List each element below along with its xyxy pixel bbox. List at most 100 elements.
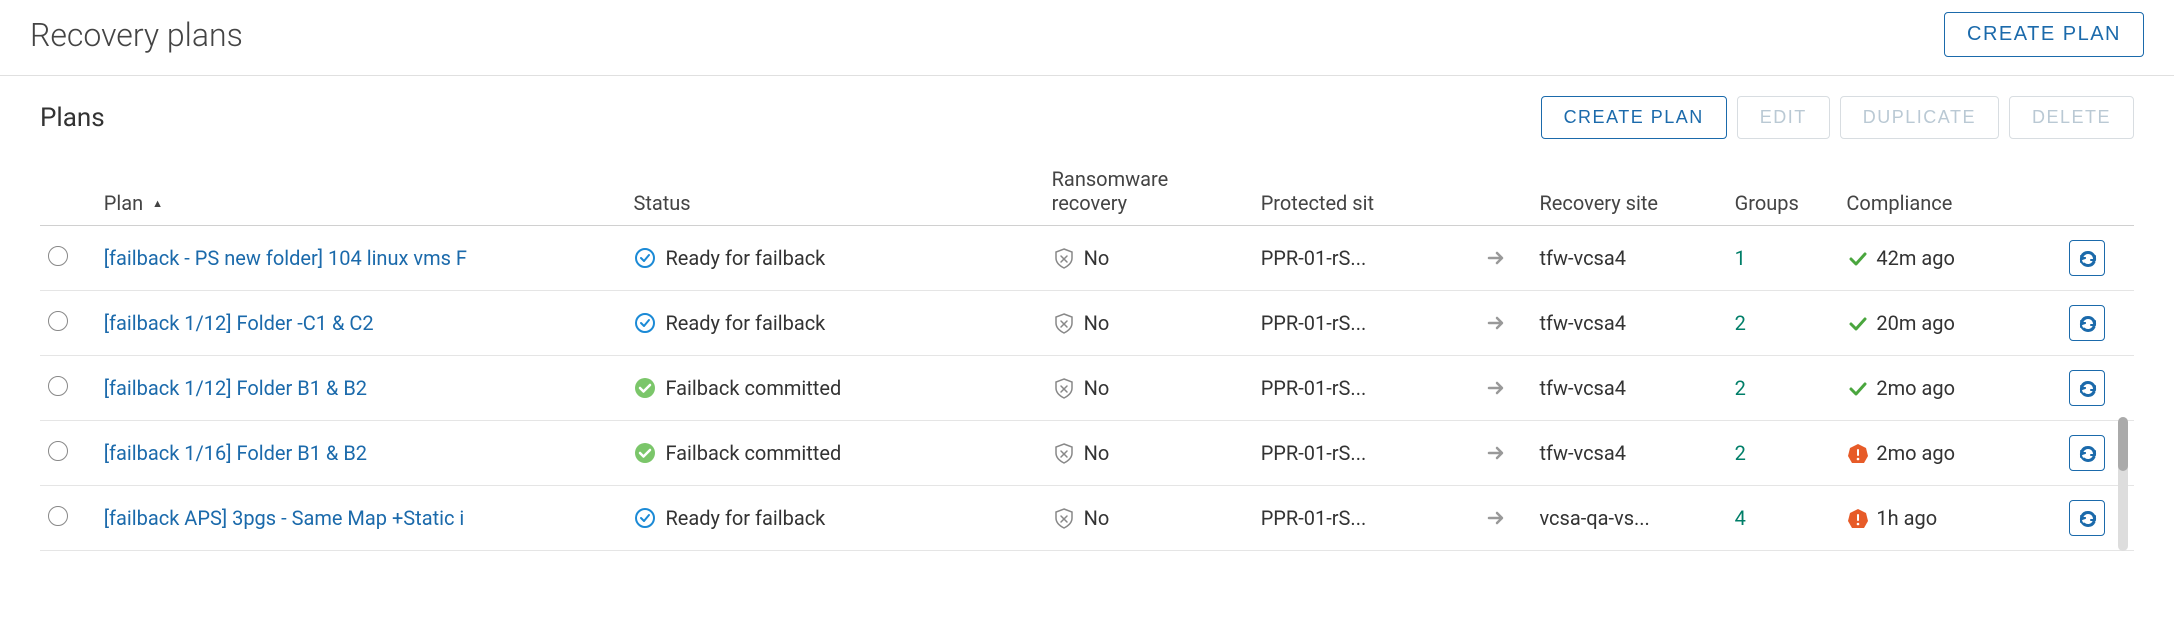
refresh-button[interactable] [2069, 305, 2105, 341]
col-recovery[interactable]: Recovery site [1531, 157, 1726, 226]
check-ok-icon [1846, 247, 1868, 269]
col-compliance[interactable]: Compliance [1838, 157, 2061, 226]
plan-link[interactable]: [failback APS] 3pgs - Same Map +Static i [104, 506, 465, 530]
sort-asc-icon: ▲ [152, 197, 163, 210]
row-radio[interactable] [48, 441, 68, 461]
shield-x-icon [1052, 441, 1076, 465]
table-row: [failback - PS new folder] 104 linux vms… [40, 226, 2134, 291]
compliance-text: 1h ago [1876, 506, 1937, 530]
plan-link[interactable]: [failback - PS new folder] 104 linux vms… [104, 246, 467, 270]
compliance-text: 2mo ago [1876, 441, 1955, 465]
arrow-right-icon [1484, 376, 1508, 400]
shield-x-icon [1052, 246, 1076, 270]
col-groups[interactable]: Groups [1727, 157, 1839, 226]
ransomware-text: No [1084, 441, 1110, 465]
create-plan-button-top[interactable]: CREATE PLAN [1944, 12, 2144, 57]
refresh-icon [2076, 377, 2098, 399]
refresh-icon [2076, 442, 2098, 464]
protected-site: PPR-01-rS... [1261, 246, 1367, 270]
committed-icon [633, 441, 657, 465]
status-text: Ready for failback [665, 246, 825, 270]
plan-link[interactable]: [failback 1/16] Folder B1 & B2 [104, 441, 367, 465]
row-radio[interactable] [48, 311, 68, 331]
shield-x-icon [1052, 376, 1076, 400]
col-refresh [2061, 157, 2134, 226]
protected-site: PPR-01-rS... [1261, 311, 1367, 335]
refresh-button[interactable] [2069, 240, 2105, 276]
compliance-text: 2mo ago [1876, 376, 1955, 400]
groups-count[interactable]: 2 [1735, 441, 1746, 465]
shield-x-icon [1052, 506, 1076, 530]
col-ransomware[interactable]: Ransomware recovery [1044, 157, 1253, 226]
col-plan[interactable]: Plan ▲ [96, 157, 626, 226]
col-status[interactable]: Status [625, 157, 1043, 226]
plan-link[interactable]: [failback 1/12] Folder B1 & B2 [104, 376, 367, 400]
recovery-site: vcsa-qa-vs... [1539, 506, 1649, 530]
recovery-site: tfw-vcsa4 [1539, 376, 1626, 400]
duplicate-button[interactable]: DUPLICATE [1840, 96, 1999, 139]
ready-icon [633, 506, 657, 530]
refresh-button[interactable] [2069, 370, 2105, 406]
panel-title: Plans [40, 103, 105, 133]
table-row: [failback 1/16] Folder B1 & B2 Failback … [40, 421, 2134, 486]
compliance-text: 20m ago [1876, 311, 1955, 335]
panel-header: Plans CREATE PLAN EDIT DUPLICATE DELETE [40, 96, 2134, 139]
groups-count[interactable]: 2 [1735, 376, 1746, 400]
protected-site: PPR-01-rS... [1261, 441, 1367, 465]
ransomware-text: No [1084, 506, 1110, 530]
plan-link[interactable]: [failback 1/12] Folder -C1 & C2 [104, 311, 374, 335]
col-select [40, 157, 96, 226]
status-text: Ready for failback [665, 311, 825, 335]
arrow-right-icon [1484, 506, 1508, 530]
table-row: [failback 1/12] Folder -C1 & C2 Ready fo… [40, 291, 2134, 356]
ransomware-text: No [1084, 376, 1110, 400]
groups-count[interactable]: 1 [1735, 246, 1746, 270]
recovery-site: tfw-vcsa4 [1539, 441, 1626, 465]
refresh-icon [2076, 312, 2098, 334]
create-plan-button[interactable]: CREATE PLAN [1541, 96, 1727, 139]
compliance-text: 42m ago [1876, 246, 1955, 270]
col-protected[interactable]: Protected sit [1253, 157, 1476, 226]
edit-button[interactable]: EDIT [1737, 96, 1830, 139]
shield-x-icon [1052, 311, 1076, 335]
refresh-button[interactable] [2069, 500, 2105, 536]
status-text: Ready for failback [665, 506, 825, 530]
scrollbar[interactable] [2118, 417, 2128, 551]
arrow-right-icon [1484, 441, 1508, 465]
page-title: Recovery plans [30, 16, 243, 54]
recovery-site: tfw-vcsa4 [1539, 246, 1626, 270]
col-arrow [1476, 157, 1532, 226]
scrollbar-thumb[interactable] [2118, 417, 2128, 471]
table-row: [failback 1/12] Folder B1 & B2 Failback … [40, 356, 2134, 421]
alert-icon [1846, 442, 1868, 464]
ready-icon [633, 246, 657, 270]
arrow-right-icon [1484, 311, 1508, 335]
refresh-button[interactable] [2069, 435, 2105, 471]
plans-table: Plan ▲ Status Ransomware recovery Protec… [40, 157, 2134, 551]
protected-site: PPR-01-rS... [1261, 506, 1367, 530]
committed-icon [633, 376, 657, 400]
col-plan-label: Plan [104, 191, 143, 215]
delete-button[interactable]: DELETE [2009, 96, 2134, 139]
groups-count[interactable]: 2 [1735, 311, 1746, 335]
plans-panel: Plans CREATE PLAN EDIT DUPLICATE DELETE … [0, 76, 2174, 571]
alert-icon [1846, 507, 1868, 529]
panel-actions: CREATE PLAN EDIT DUPLICATE DELETE [1541, 96, 2134, 139]
check-ok-icon [1846, 312, 1868, 334]
row-radio[interactable] [48, 506, 68, 526]
status-text: Failback committed [665, 441, 841, 465]
ransomware-text: No [1084, 246, 1110, 270]
groups-count[interactable]: 4 [1735, 506, 1746, 530]
ransomware-text: No [1084, 311, 1110, 335]
status-text: Failback committed [665, 376, 841, 400]
ready-icon [633, 311, 657, 335]
page-header: Recovery plans CREATE PLAN [0, 0, 2174, 76]
row-radio[interactable] [48, 376, 68, 396]
row-radio[interactable] [48, 246, 68, 266]
refresh-icon [2076, 507, 2098, 529]
refresh-icon [2076, 247, 2098, 269]
protected-site: PPR-01-rS... [1261, 376, 1367, 400]
table-row: [failback APS] 3pgs - Same Map +Static i… [40, 486, 2134, 551]
recovery-site: tfw-vcsa4 [1539, 311, 1626, 335]
arrow-right-icon [1484, 246, 1508, 270]
